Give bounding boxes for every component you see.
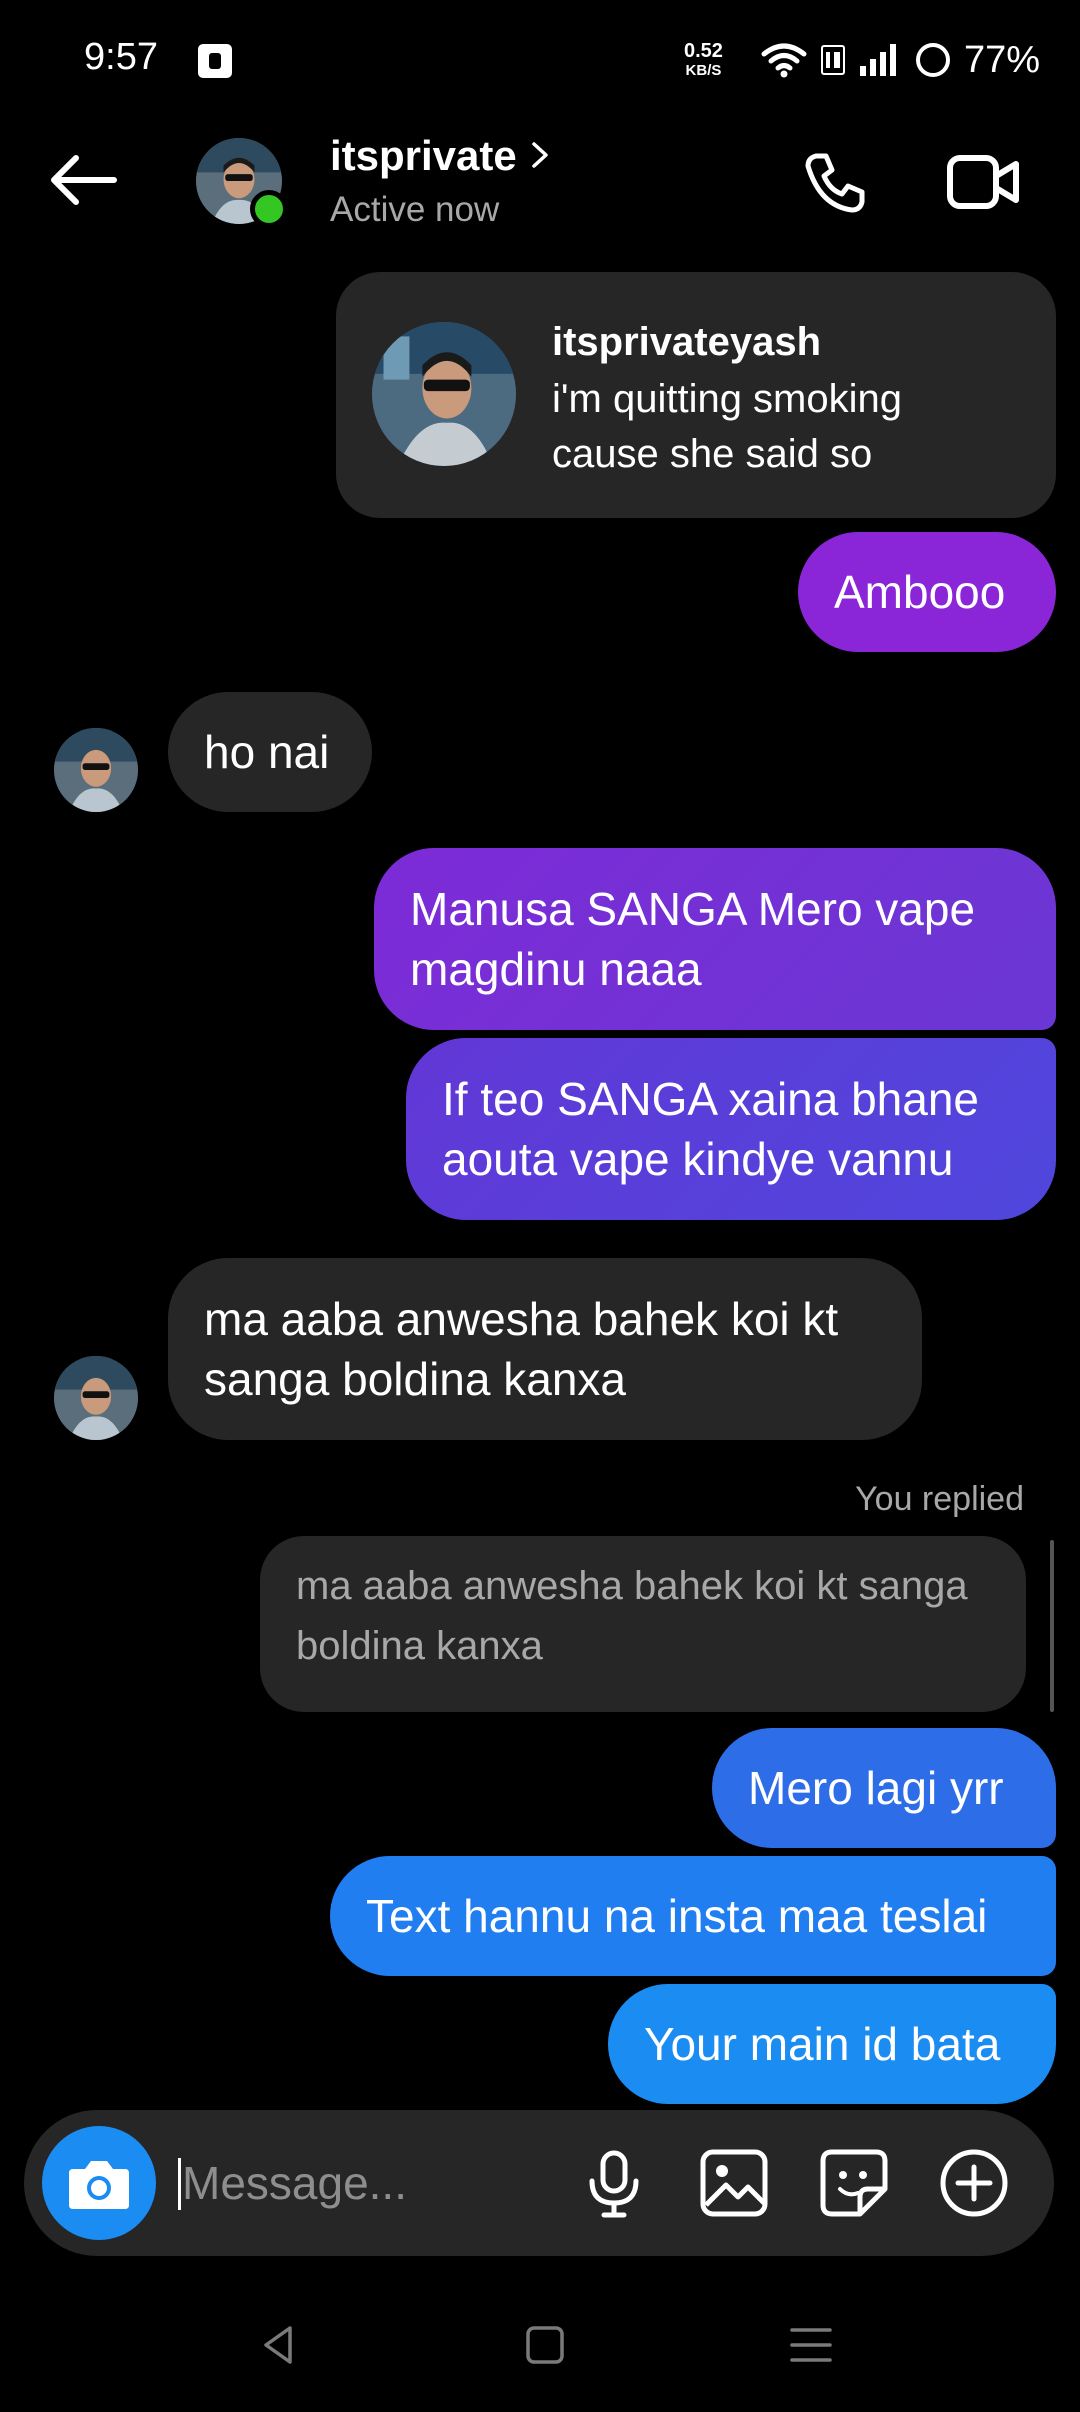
contact-name[interactable]: itsprivate [330,132,517,180]
battery-icon [916,43,950,77]
wifi-icon [761,43,807,78]
active-status: Active now [330,190,500,229]
message-input[interactable] [180,2148,544,2218]
network-speed-unit: KB/S [685,62,722,79]
video-camera-icon[interactable] [946,150,1020,214]
plus-circle-icon[interactable] [938,2147,1010,2219]
message-text: Your main id bata [644,2018,1001,2070]
message-text: Text hannu na insta maa teslai [366,1890,988,1942]
outgoing-message[interactable]: Your main id bata [608,1984,1056,2104]
sticker-icon[interactable] [818,2147,890,2219]
message-text: Manusa SANGA Mero vape magdinu naaa [410,883,976,995]
message-text: ho nai [204,726,330,778]
signal-icon [860,44,896,76]
outgoing-message[interactable]: Text hannu na insta maa teslai [330,1856,1056,1976]
reply-label: You replied [855,1480,1024,1518]
status-time: 9:57 [84,36,158,78]
online-indicator [250,190,288,228]
outgoing-message[interactable]: Manusa SANGA Mero vape magdinu naaa [374,848,1056,1030]
outgoing-message[interactable]: Ambooo [798,532,1056,652]
camera-button[interactable] [42,2126,156,2240]
network-speed-value: 0.52 [684,40,723,62]
nav-back-icon[interactable] [254,2320,304,2370]
camera-icon [69,2161,129,2209]
nav-home-icon[interactable] [520,2320,570,2370]
shared-post-username: itsprivateyash [552,320,822,364]
arrow-left-icon[interactable] [44,150,124,210]
notification-icon [198,44,232,78]
image-icon[interactable] [698,2147,770,2219]
network-speed: 0.52 KB/S [684,40,723,80]
microphone-icon[interactable] [578,2147,650,2219]
volte-icon [821,45,845,75]
battery-percent: 77% [964,38,1041,81]
message-text: If teo SANGA xaina bhane aouta vape kind… [442,1073,980,1185]
message-text: Mero lagi yrr [748,1762,1004,1814]
outgoing-message[interactable]: Mero lagi yrr [712,1728,1056,1848]
reply-quote[interactable]: ma aaba anwesha bahek koi kt sanga boldi… [260,1536,1026,1712]
message-text: ma aaba anwesha bahek koi kt sanga boldi… [204,1293,839,1405]
incoming-message[interactable]: ho nai [168,692,372,812]
message-text: Ambooo [834,566,1006,618]
incoming-message[interactable]: ma aaba anwesha bahek koi kt sanga boldi… [168,1258,922,1440]
shared-post-avatar [372,322,516,466]
scrollbar[interactable] [1050,1540,1054,1712]
sender-avatar [54,728,138,812]
status-icons: 77% [760,36,1040,84]
phone-icon[interactable] [800,148,870,218]
chevron-right-icon[interactable] [528,138,552,172]
outgoing-message[interactable]: If teo SANGA xaina bhane aouta vape kind… [406,1038,1056,1220]
nav-menu-icon[interactable] [786,2320,836,2370]
sender-avatar [54,1356,138,1440]
shared-post-caption: i'm quitting smoking cause she said so [552,377,902,476]
